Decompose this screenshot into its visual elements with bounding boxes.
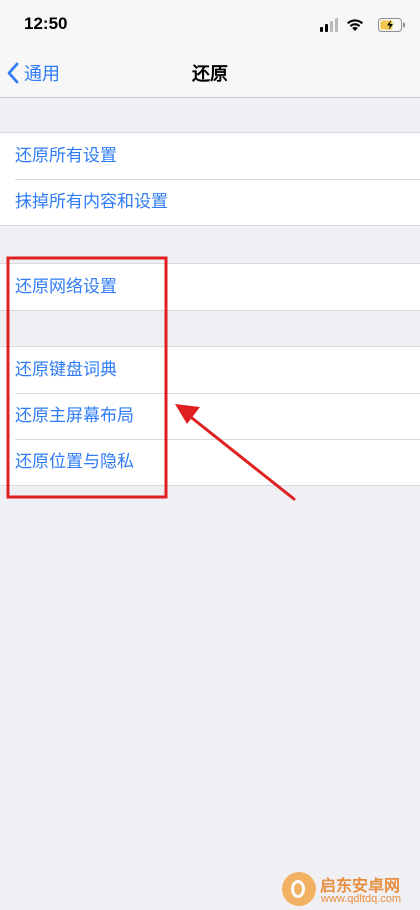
arrow-annotation — [175, 404, 296, 501]
watermark: 启东安卓网 www.qdltdq.com — [280, 868, 420, 910]
highlight-box — [6, 256, 168, 499]
watermark-logo-icon — [282, 872, 316, 906]
annotation-overlay — [6, 256, 296, 501]
watermark-url: www.qdltdq.com — [321, 893, 402, 905]
